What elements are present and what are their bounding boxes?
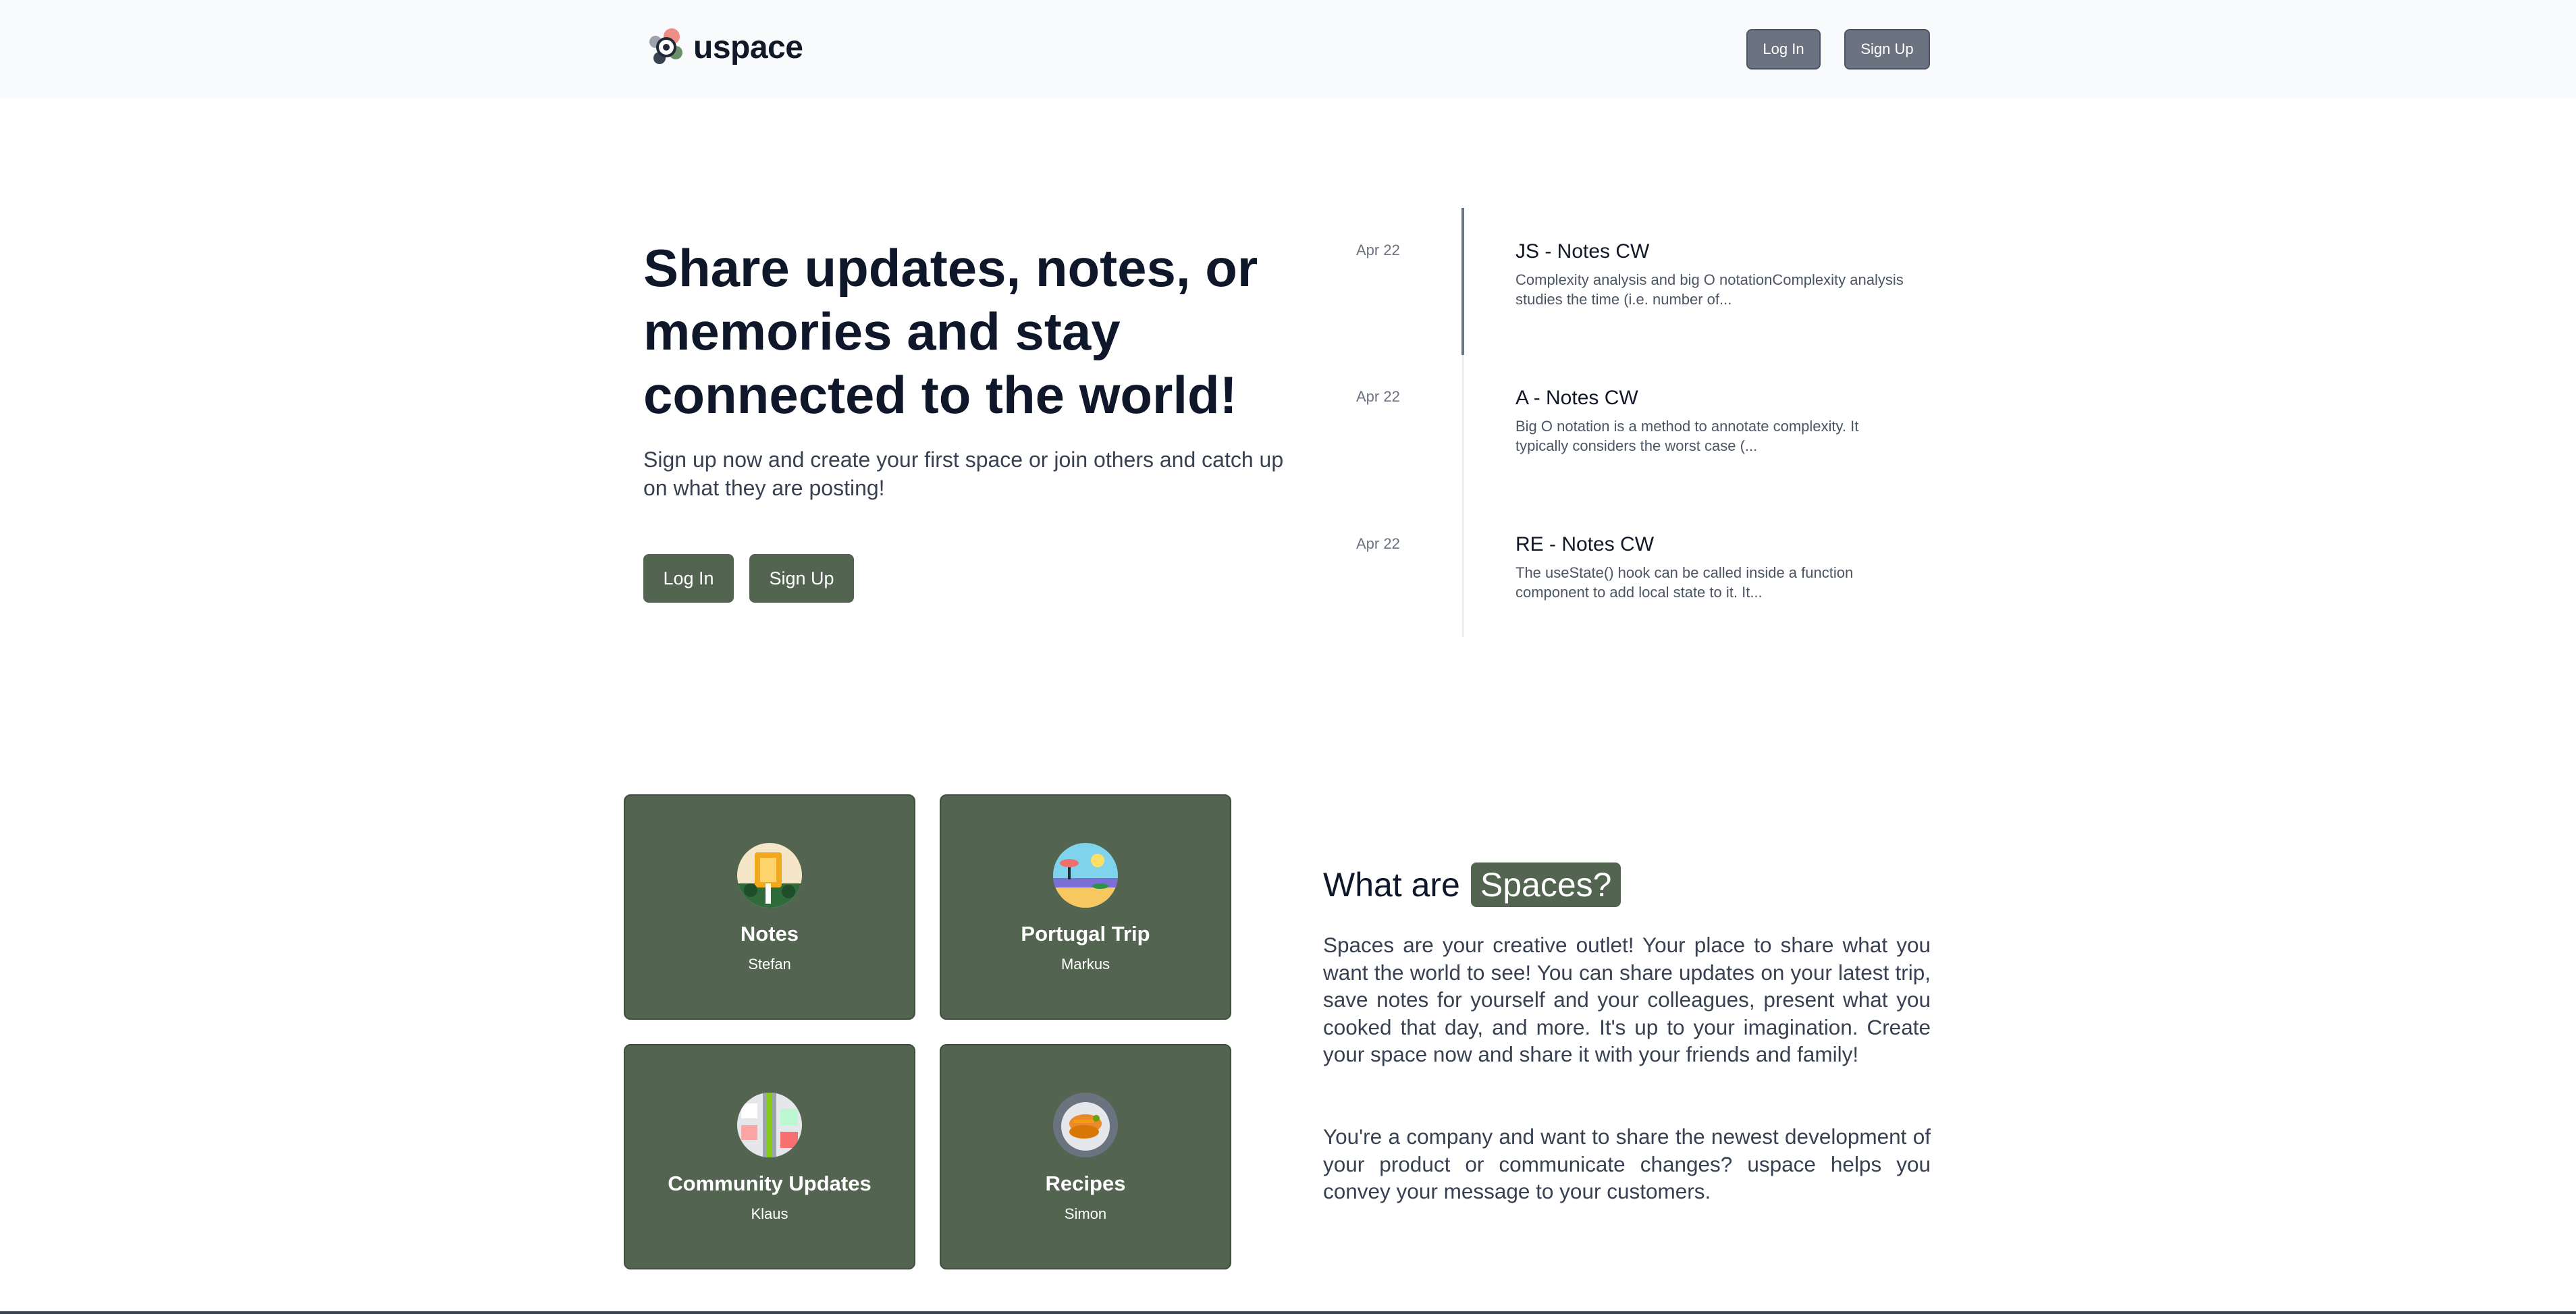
timeline-excerpt: Big O notation is a method to annotate c… — [1515, 418, 1859, 454]
recipes-avatar-icon — [1053, 1093, 1118, 1157]
hero-title: Share updates, notes, or memories and st… — [643, 238, 1258, 425]
spaces-heading: What are Spaces? — [1323, 863, 1621, 907]
spaces-description-2: You're a company and want to share the n… — [1323, 1124, 1931, 1203]
uspace-logo-icon — [649, 28, 682, 64]
timeline-date: Apr 22 — [1356, 242, 1400, 258]
space-card-owner: Markus — [1061, 956, 1110, 973]
space-card-portugal-trip[interactable]: Portugal Trip Markus — [940, 794, 1231, 1020]
community-updates-avatar-icon — [737, 1093, 802, 1157]
timeline-date: Apr 22 — [1356, 535, 1400, 552]
space-card-owner: Klaus — [751, 1205, 788, 1222]
hero-login-button[interactable]: Log In — [643, 554, 734, 603]
space-card-notes[interactable]: Notes Stefan — [624, 794, 915, 1020]
hero-signup-button[interactable]: Sign Up — [749, 554, 854, 603]
space-card-title: Recipes — [1045, 1172, 1126, 1195]
portugal-trip-avatar-icon — [1053, 843, 1118, 908]
spaces-description-1: Spaces are your creative outlet! Your pl… — [1323, 933, 1931, 1066]
header-signup-button[interactable]: Sign Up — [1844, 29, 1930, 70]
logo-text: uspace — [693, 29, 803, 65]
timeline-excerpt: The useState() hook can be called inside… — [1515, 564, 1854, 601]
page-bottom-border — [0, 1311, 2576, 1314]
timeline-active-indicator — [1461, 208, 1464, 355]
header-login-button[interactable]: Log In — [1746, 29, 1821, 70]
timeline-title[interactable]: JS - Notes CW — [1515, 240, 1649, 263]
space-card-title: Community Updates — [668, 1172, 871, 1195]
uspace-logo[interactable]: uspace — [645, 26, 803, 69]
space-card-owner: Simon — [1064, 1205, 1107, 1222]
space-card-title: Portugal Trip — [1021, 922, 1150, 946]
space-card-recipes[interactable]: Recipes Simon — [940, 1044, 1231, 1269]
space-card-community-updates[interactable]: Community Updates Klaus — [624, 1044, 915, 1269]
spaces-heading-text: What are — [1323, 866, 1460, 904]
timeline-excerpt: Complexity analysis and big O notationCo… — [1515, 271, 1904, 308]
timeline-title[interactable]: A - Notes CW — [1515, 387, 1638, 410]
notes-avatar-icon — [737, 843, 802, 908]
top-navbar: uspace Log In Sign Up — [0, 0, 2576, 98]
timeline-title[interactable]: RE - Notes CW — [1515, 533, 1654, 556]
space-card-title: Notes — [740, 922, 799, 946]
space-card-owner: Stefan — [748, 956, 791, 973]
spaces-heading-badge: Spaces? — [1470, 863, 1621, 907]
timeline-date: Apr 22 — [1356, 388, 1400, 405]
hero-subtitle: Sign up now and create your first space … — [643, 447, 1284, 500]
